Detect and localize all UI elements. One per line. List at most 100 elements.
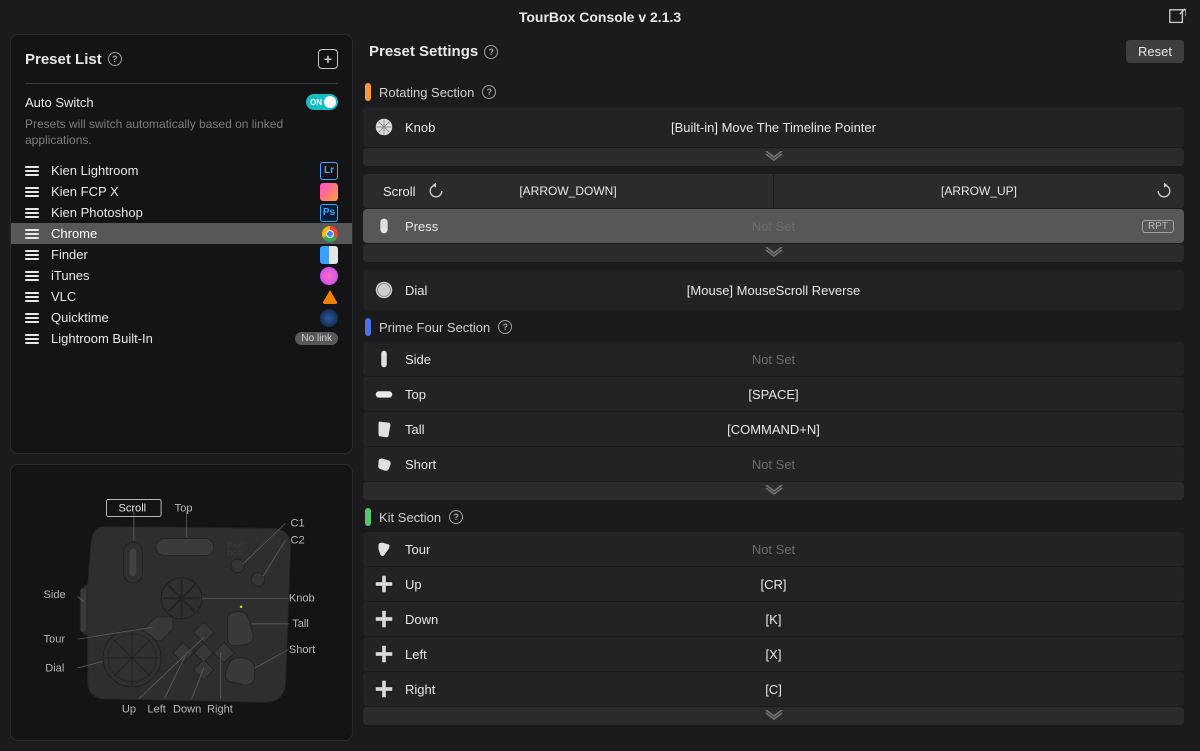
preset-settings-panel: Preset Settings ? Reset Rotating Section…: [363, 34, 1190, 741]
preset-row[interactable]: Quicktime: [11, 307, 352, 328]
reset-button[interactable]: Reset: [1126, 40, 1184, 63]
mapping-row[interactable]: Dial[Mouse] MouseScroll Reverse: [363, 270, 1184, 310]
mapping-row[interactable]: Right[C]: [363, 672, 1184, 706]
chrome-app-icon: [322, 226, 338, 242]
finder-app-icon: [320, 246, 338, 264]
section-header: Kit Section?: [363, 508, 1184, 526]
preset-row[interactable]: Chrome: [11, 223, 352, 244]
drag-handle-icon[interactable]: [25, 292, 39, 302]
rpt-badge: RPT: [1142, 220, 1174, 233]
svg-text:Up: Up: [122, 703, 136, 715]
control-label: Short: [405, 457, 465, 472]
drag-handle-icon[interactable]: [25, 187, 39, 197]
preset-row[interactable]: Kien Lightroom Lr: [11, 160, 352, 181]
mapping-row[interactable]: Knob[Built-in] Move The Timeline Pointer: [363, 107, 1184, 147]
fullscreen-icon[interactable]: [1168, 8, 1186, 26]
control-label: Press: [405, 219, 465, 234]
titlebar: TourBox Console v 2.1.3: [0, 0, 1200, 34]
autoswitch-description: Presets will switch automatically based …: [25, 116, 338, 148]
press-icon: [373, 215, 395, 237]
expand-chevron[interactable]: [363, 244, 1184, 262]
scroll-cw-cell[interactable]: [ARROW_UP]: [774, 174, 1184, 208]
help-icon[interactable]: ?: [484, 45, 498, 59]
svg-text:Top: Top: [175, 502, 193, 514]
expand-chevron[interactable]: [363, 148, 1184, 166]
control-label: Dial: [405, 283, 465, 298]
qt-app-icon: [320, 309, 338, 327]
preset-name: VLC: [51, 289, 310, 304]
mapping-row[interactable]: TourNot Set: [363, 532, 1184, 566]
autoswitch-toggle[interactable]: ON: [306, 94, 338, 110]
drag-handle-icon[interactable]: [25, 166, 39, 176]
svg-text:Dial: Dial: [45, 662, 64, 674]
side-icon: [373, 348, 395, 370]
preset-list: Kien LightroomLrKien FCP XKien Photoshop…: [11, 160, 352, 349]
add-preset-button[interactable]: +: [318, 49, 338, 69]
dial-icon: [373, 279, 395, 301]
preset-row[interactable]: VLC: [11, 286, 352, 307]
drag-handle-icon[interactable]: [25, 208, 39, 218]
assignment-label: Not Set: [363, 352, 1184, 367]
mapping-row[interactable]: ShortNot Set: [363, 447, 1184, 481]
autoswitch-row: Auto Switch ON: [25, 94, 338, 110]
assignment-label: [ARROW_DOWN]: [363, 184, 773, 198]
assignment-label: Not Set: [363, 219, 1184, 234]
mapping-row[interactable]: Left[X]: [363, 637, 1184, 671]
drag-handle-icon[interactable]: [25, 313, 39, 323]
preset-row[interactable]: Finder: [11, 244, 352, 265]
help-icon[interactable]: ?: [498, 320, 512, 334]
control-label: Knob: [405, 120, 465, 135]
dpad-icon: [373, 643, 395, 665]
mapping-row[interactable]: SideNot Set: [363, 342, 1184, 376]
control-label: Down: [405, 612, 465, 627]
svg-text:Tall: Tall: [292, 618, 309, 630]
expand-chevron[interactable]: [363, 482, 1184, 500]
tour-icon: [373, 538, 395, 560]
mapping-row[interactable]: PressNot SetRPT: [363, 209, 1184, 243]
nolink-badge: No link: [295, 332, 338, 345]
tall-icon: [373, 418, 395, 440]
assignment-label: [K]: [363, 612, 1184, 627]
help-icon[interactable]: ?: [108, 52, 122, 66]
preset-row[interactable]: Lightroom Built-InNo link: [11, 328, 352, 349]
help-icon[interactable]: ?: [449, 510, 463, 524]
assignment-label: [Mouse] MouseScroll Reverse: [363, 283, 1184, 298]
section-title: Kit Section: [379, 510, 441, 525]
preset-row[interactable]: Kien FCP X: [11, 181, 352, 202]
assignment-label: [COMMAND+N]: [363, 422, 1184, 437]
preset-name: Finder: [51, 247, 308, 262]
lr-app-icon: Lr: [320, 162, 338, 180]
drag-handle-icon[interactable]: [25, 229, 39, 239]
assignment-label: [CR]: [363, 577, 1184, 592]
section-header: Rotating Section?: [363, 83, 1184, 101]
preset-row[interactable]: Kien PhotoshopPs: [11, 202, 352, 223]
drag-handle-icon[interactable]: [25, 250, 39, 260]
assignment-label: [X]: [363, 647, 1184, 662]
preset-name: Kien Lightroom: [51, 163, 308, 178]
mapping-row[interactable]: Top[SPACE]: [363, 377, 1184, 411]
preset-list-panel: Preset List ? + Auto Switch ON Presets w…: [10, 34, 353, 454]
preset-name: Kien Photoshop: [51, 205, 308, 220]
mapping-row[interactable]: Down[K]: [363, 602, 1184, 636]
mapping-row[interactable]: Up[CR]: [363, 567, 1184, 601]
preset-name: Quicktime: [51, 310, 308, 325]
scroll-ccw-cell[interactable]: Scroll[ARROW_DOWN]: [363, 174, 773, 208]
mapping-row[interactable]: Tall[COMMAND+N]: [363, 412, 1184, 446]
itunes-app-icon: [320, 267, 338, 285]
assignment-label: [SPACE]: [363, 387, 1184, 402]
drag-handle-icon[interactable]: [25, 271, 39, 281]
control-label: Top: [405, 387, 465, 402]
control-label: Up: [405, 577, 465, 592]
help-icon[interactable]: ?: [482, 85, 496, 99]
svg-text:Tour: Tour: [44, 634, 66, 646]
device-diagram-panel: tour box: [10, 464, 353, 741]
preset-settings-heading: Preset Settings ?: [369, 43, 498, 60]
short-icon: [373, 453, 395, 475]
control-label: Left: [405, 647, 465, 662]
scroll-split-row: Scroll[ARROW_DOWN][ARROW_UP]: [363, 174, 1184, 208]
control-label: Tour: [405, 542, 465, 557]
svg-text:C1: C1: [291, 518, 305, 530]
preset-row[interactable]: iTunes: [11, 265, 352, 286]
expand-chevron[interactable]: [363, 707, 1184, 725]
drag-handle-icon[interactable]: [25, 334, 39, 344]
